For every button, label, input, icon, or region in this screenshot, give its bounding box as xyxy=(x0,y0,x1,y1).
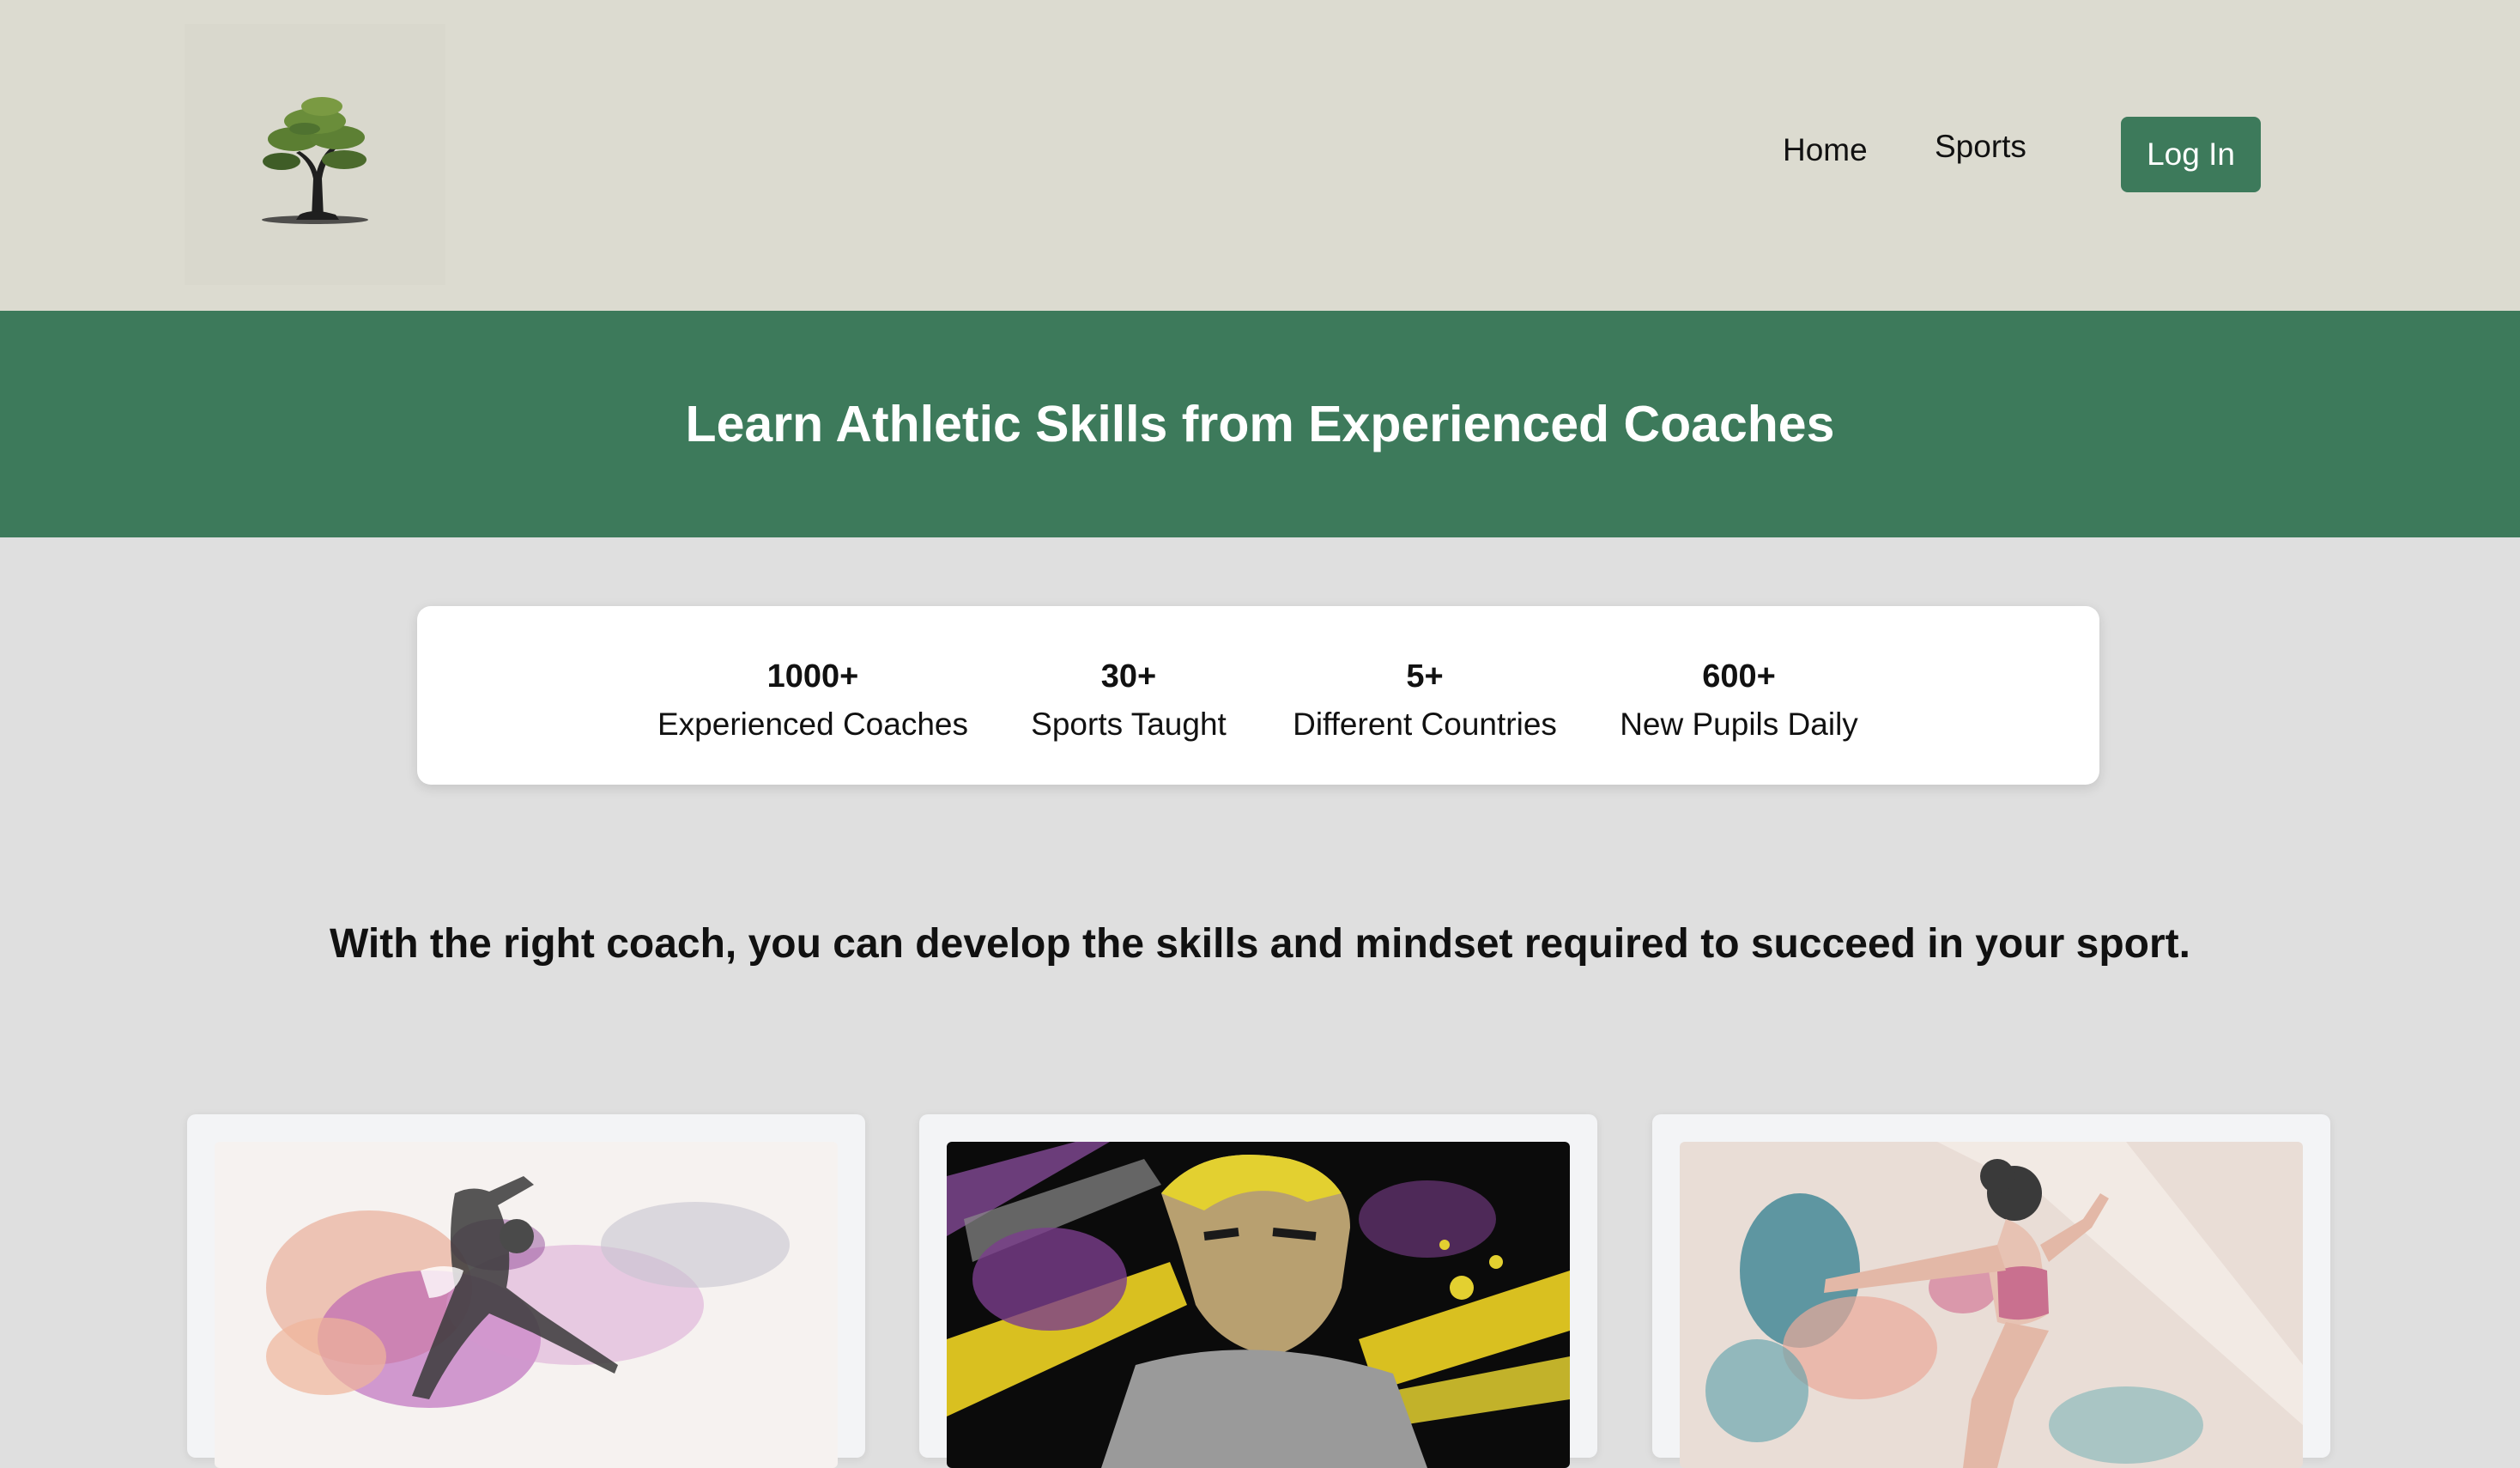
stat-label: Experienced Coaches xyxy=(657,707,968,742)
stat-value: 30+ xyxy=(1100,658,1157,695)
sport-card[interactable] xyxy=(187,1114,865,1468)
dancer-splash-art xyxy=(215,1142,838,1468)
tagline: With the right coach, you can develop th… xyxy=(330,921,2190,967)
stat-label: New Pupils Daily xyxy=(1620,707,1858,742)
stat-value: 1000+ xyxy=(766,658,859,695)
stat-pupils: 600+ New Pupils Daily xyxy=(1620,652,1858,749)
nav-sports-link[interactable]: Sports xyxy=(1935,129,2026,165)
fighter-splash-art xyxy=(947,1142,1570,1468)
stat-sports: 30+ Sports Taught xyxy=(1031,652,1227,749)
tree-logo-icon[interactable] xyxy=(185,24,445,285)
hero-title: Learn Athletic Skills from Experienced C… xyxy=(685,396,1835,452)
hero-banner: Learn Athletic Skills from Experienced C… xyxy=(0,311,2520,537)
stat-countries: 5+ Different Countries xyxy=(1293,652,1557,749)
sport-card[interactable] xyxy=(1652,1114,2330,1468)
athlete-splash-art xyxy=(1680,1142,2303,1468)
sport-card[interactable] xyxy=(919,1114,1597,1468)
stat-label: Sports Taught xyxy=(1031,707,1227,742)
nav-home-link[interactable]: Home xyxy=(1783,132,1868,168)
login-button[interactable]: Log In xyxy=(2121,117,2261,192)
stats-card: 1000+ Experienced Coaches 30+ Sports Tau… xyxy=(417,606,2099,785)
stat-label: Different Countries xyxy=(1293,707,1557,742)
site-header: Home Sports Log In xyxy=(0,0,2520,311)
stat-value: 5+ xyxy=(1406,658,1444,695)
stat-value: 600+ xyxy=(1702,658,1776,695)
stat-coaches: 1000+ Experienced Coaches xyxy=(657,652,968,749)
